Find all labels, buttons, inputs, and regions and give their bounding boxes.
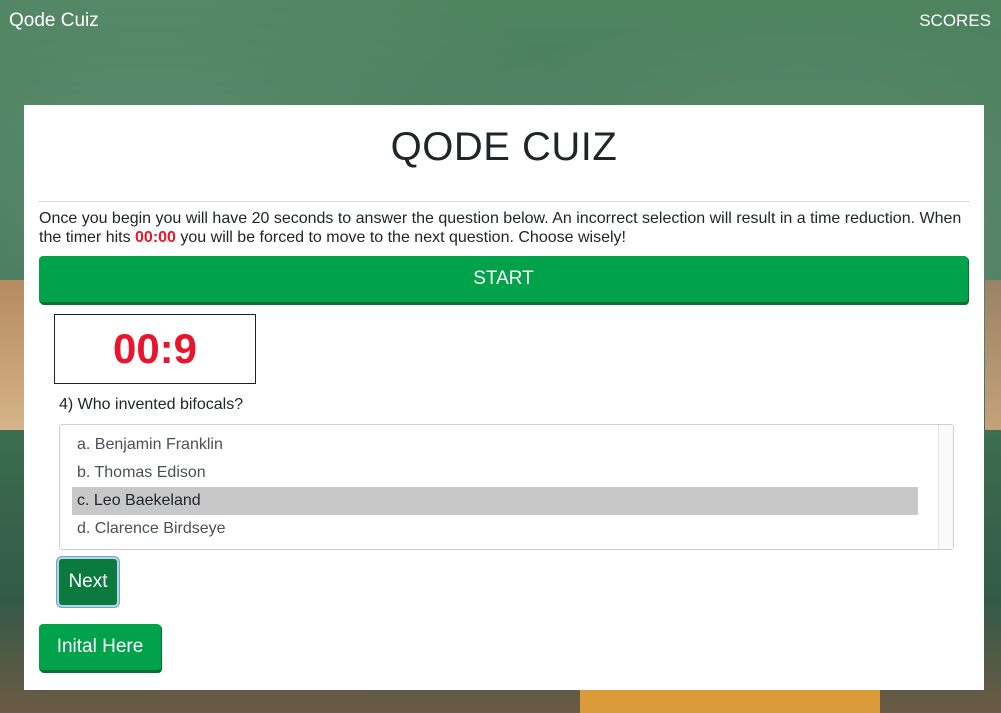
answer-option-b[interactable]: b. Thomas Edison bbox=[72, 459, 918, 487]
instructions-timer-highlight: 00:00 bbox=[135, 229, 176, 246]
answer-option-d[interactable]: d. Clarence Birdseye bbox=[72, 515, 918, 543]
scores-link[interactable]: SCORES bbox=[919, 11, 991, 31]
navbar: Qode Cuiz SCORES bbox=[0, 0, 1001, 42]
answer-listbox-scrollbar[interactable] bbox=[938, 425, 953, 549]
brand-link[interactable]: Qode Cuiz bbox=[9, 10, 99, 32]
answer-option-a[interactable]: a. Benjamin Franklin bbox=[72, 431, 918, 459]
quiz-card: QODE CUIZ Once you begin you will have 2… bbox=[24, 105, 984, 690]
title-divider bbox=[38, 201, 970, 202]
page-title: QODE CUIZ bbox=[390, 125, 618, 169]
start-button[interactable]: START bbox=[39, 256, 968, 304]
answer-option-c[interactable]: c. Leo Baekeland bbox=[72, 487, 918, 515]
initial-here-button[interactable]: Inital Here bbox=[39, 624, 161, 672]
background-desk-right bbox=[985, 280, 1001, 430]
countdown-timer: 00:9 bbox=[54, 314, 256, 384]
background-desk-left bbox=[0, 280, 24, 430]
background-book bbox=[580, 690, 880, 713]
question-text: 4) Who invented bifocals? bbox=[59, 396, 244, 413]
answer-listbox[interactable]: a. Benjamin Franklin b. Thomas Edison c.… bbox=[59, 424, 954, 550]
instructions-text: Once you begin you will have 20 seconds … bbox=[39, 209, 979, 247]
instructions-part2: you will be forced to move to the next q… bbox=[175, 229, 626, 246]
next-button[interactable]: Next bbox=[59, 559, 117, 605]
